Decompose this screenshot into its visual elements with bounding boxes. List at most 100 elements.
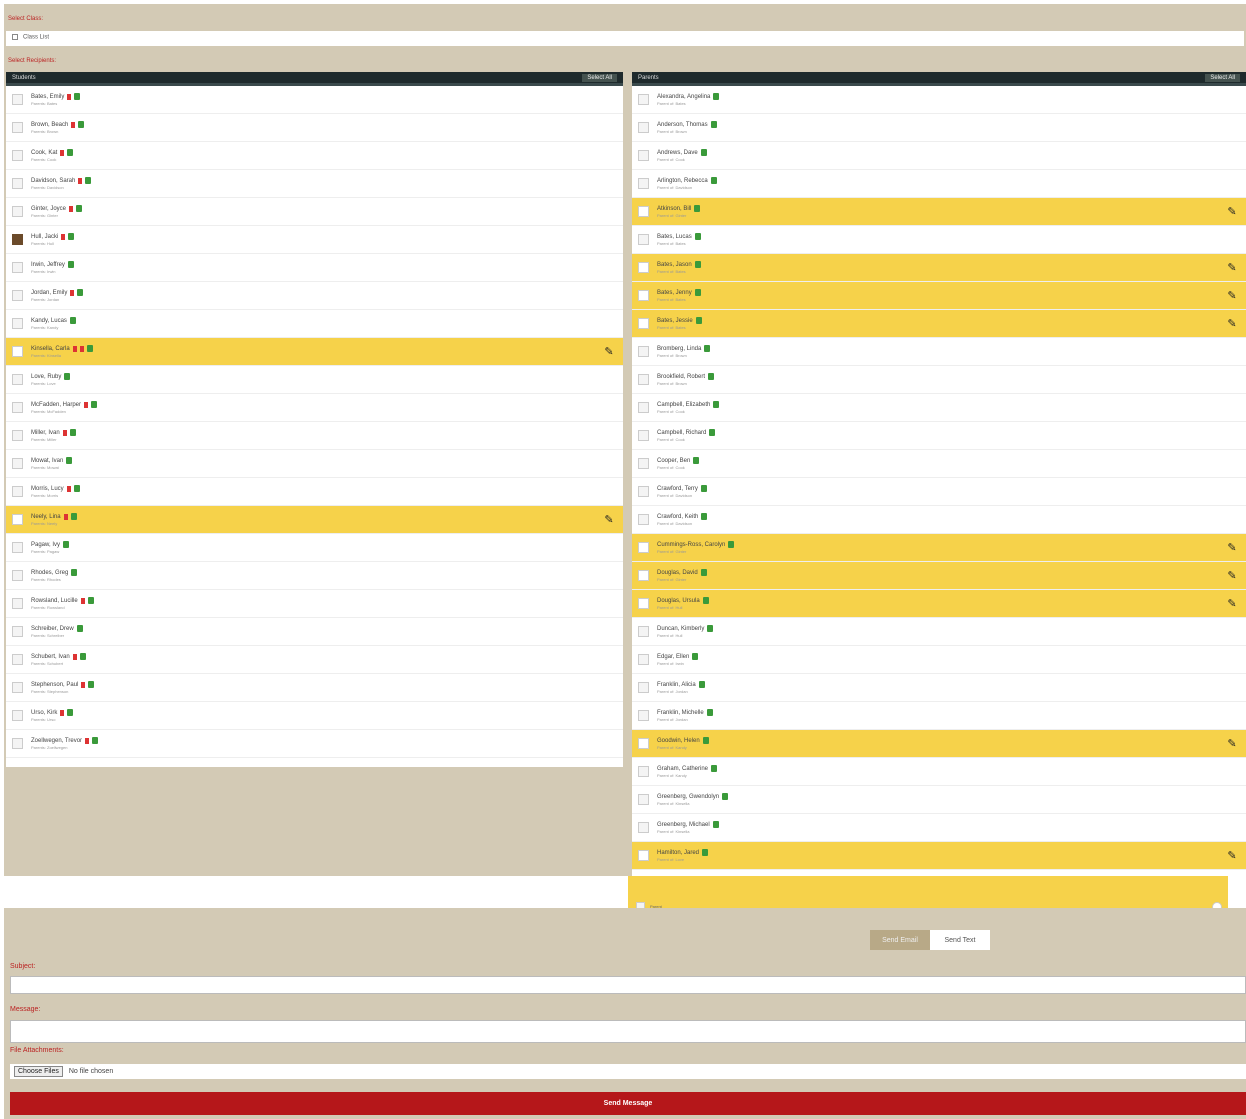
student-list-item[interactable]: Morris, Lucy Parents: Morris — [6, 478, 623, 506]
student-list-item[interactable]: Schubert, Ivan Parents: Schubert — [6, 646, 623, 674]
students-select-all-button[interactable]: Select All — [582, 73, 617, 82]
student-list-item[interactable]: Mowat, Ivan Parents: Mowat — [6, 450, 623, 478]
select-checkbox[interactable] — [638, 458, 649, 469]
student-list-item[interactable]: Ginter, Joyce Parents: Ginter — [6, 198, 623, 226]
student-list-item[interactable]: Zoellwegen, Trevor Parents: Zoellwegen — [6, 730, 623, 758]
select-checkbox[interactable] — [638, 794, 649, 805]
parent-list-item[interactable]: Campbell, Richard Parent of: Cook — [632, 422, 1246, 450]
parent-list-item[interactable]: Greenberg, Gwendolyn Parent of: Kinsella — [632, 786, 1246, 814]
edit-icon[interactable]: ✎ — [1226, 570, 1238, 582]
select-checkbox[interactable] — [12, 654, 23, 665]
edit-icon[interactable]: ✎ — [1226, 262, 1238, 274]
select-checkbox[interactable] — [12, 710, 23, 721]
select-checkbox[interactable] — [12, 122, 23, 133]
student-list-item[interactable]: Pagaw, Ivy Parents: Pagaw — [6, 534, 623, 562]
parents-select-all-button[interactable]: Select All — [1205, 73, 1240, 82]
parent-list-item[interactable]: Bates, Lucas Parent of: Bates — [632, 226, 1246, 254]
select-checkbox[interactable] — [638, 738, 649, 749]
select-checkbox[interactable] — [638, 542, 649, 553]
parent-list-item[interactable]: Crawford, Terry Parent of: Davidson — [632, 478, 1246, 506]
select-checkbox[interactable] — [12, 542, 23, 553]
parent-list-item[interactable]: Arlington, Rebecca Parent of: Davidson — [632, 170, 1246, 198]
select-checkbox[interactable] — [638, 822, 649, 833]
select-checkbox[interactable] — [638, 318, 649, 329]
choose-files-button[interactable]: Choose Files — [14, 1066, 63, 1077]
select-checkbox[interactable] — [638, 402, 649, 413]
student-list-item[interactable]: Kinsella, Carla Parents: Kinsella ✎ — [6, 338, 623, 366]
student-list-item[interactable]: Miller, Ivan Parents: Miller — [6, 422, 623, 450]
parent-list-item[interactable]: Crawford, Keith Parent of: Davidson — [632, 506, 1246, 534]
select-checkbox[interactable] — [12, 318, 23, 329]
select-checkbox[interactable] — [638, 346, 649, 357]
edit-icon[interactable]: ✎ — [1226, 738, 1238, 750]
select-checkbox[interactable] — [638, 206, 649, 217]
parent-list-item[interactable]: Cooper, Ben Parent of: Cook — [632, 450, 1246, 478]
select-checkbox[interactable] — [12, 598, 23, 609]
parent-list-item[interactable]: Alexandra, Angelina Parent of: Bates — [632, 86, 1246, 114]
student-list-item[interactable]: Schreiber, Drew Parents: Schreiber — [6, 618, 623, 646]
edit-icon[interactable]: ✎ — [1226, 206, 1238, 218]
select-checkbox[interactable] — [638, 178, 649, 189]
tab-send-text[interactable]: Send Text — [930, 930, 990, 950]
parent-list-item[interactable]: Franklin, Michelle Parent of: Jordan — [632, 702, 1246, 730]
edit-icon[interactable]: ✎ — [603, 514, 615, 526]
select-checkbox[interactable] — [638, 598, 649, 609]
parent-list-item[interactable]: Douglas, David Parent of: Ginter ✎ — [632, 562, 1246, 590]
class-select[interactable]: Class List — [6, 31, 1244, 46]
parent-list-item[interactable]: Brookfield, Robert Parent of: Brown — [632, 366, 1246, 394]
parent-list-item[interactable]: Bromberg, Linda Parent of: Brown — [632, 338, 1246, 366]
select-checkbox[interactable] — [12, 402, 23, 413]
select-checkbox[interactable] — [638, 430, 649, 441]
select-checkbox[interactable] — [638, 850, 649, 861]
student-list-item[interactable]: Irwin, Jeffrey Parents: Irwin — [6, 254, 623, 282]
student-list-item[interactable]: Bates, Emily Parents: Bates — [6, 86, 623, 114]
parent-list-item[interactable]: Franklin, Alicia Parent of: Jordan — [632, 674, 1246, 702]
parent-list-item[interactable]: Anderson, Thomas Parent of: Brown — [632, 114, 1246, 142]
select-checkbox[interactable] — [638, 514, 649, 525]
parent-list-item[interactable]: Cummings-Ross, Carolyn Parent of: Ginter ✎ — [632, 534, 1246, 562]
parent-list-item[interactable]: Atkinson, Bill Parent of: Ginter ✎ — [632, 198, 1246, 226]
select-checkbox[interactable] — [12, 458, 23, 469]
select-checkbox[interactable] — [638, 262, 649, 273]
student-list-item[interactable]: Jordan, Emily Parents: Jordan — [6, 282, 623, 310]
tab-send-email[interactable]: Send Email — [870, 930, 930, 950]
select-checkbox[interactable] — [638, 626, 649, 637]
parent-list-item[interactable]: Bates, Jenny Parent of: Bates ✎ — [632, 282, 1246, 310]
parent-list-item[interactable]: Andrews, Dave Parent of: Cook — [632, 142, 1246, 170]
edit-icon[interactable]: ✎ — [1226, 290, 1238, 302]
select-checkbox[interactable] — [638, 654, 649, 665]
select-checkbox[interactable] — [638, 290, 649, 301]
select-checkbox[interactable] — [12, 738, 23, 749]
send-message-button[interactable]: Send Message — [10, 1092, 1246, 1115]
subject-input[interactable] — [10, 976, 1246, 994]
select-checkbox[interactable] — [12, 290, 23, 301]
parent-list-item[interactable]: Bates, Jessie Parent of: Bates ✎ — [632, 310, 1246, 338]
select-checkbox[interactable] — [638, 766, 649, 777]
select-checkbox[interactable] — [12, 430, 23, 441]
select-checkbox[interactable] — [638, 122, 649, 133]
select-checkbox[interactable] — [12, 178, 23, 189]
edit-icon[interactable]: ✎ — [1226, 598, 1238, 610]
select-checkbox[interactable] — [638, 150, 649, 161]
student-list-item[interactable]: Cook, Kat Parents: Cook — [6, 142, 623, 170]
select-checkbox[interactable] — [12, 262, 23, 273]
select-checkbox[interactable] — [12, 486, 23, 497]
select-checkbox[interactable] — [12, 150, 23, 161]
select-checkbox[interactable] — [638, 570, 649, 581]
select-checkbox[interactable] — [638, 234, 649, 245]
edit-icon[interactable]: ✎ — [603, 346, 615, 358]
select-checkbox[interactable] — [12, 206, 23, 217]
parent-list-item[interactable]: Greenberg, Michael Parent of: Kinsella — [632, 814, 1246, 842]
select-checkbox[interactable] — [12, 514, 23, 525]
student-list-item[interactable]: Brown, Beach Parents: Brown — [6, 114, 623, 142]
select-checkbox[interactable] — [12, 346, 23, 357]
select-checkbox[interactable] — [638, 710, 649, 721]
edit-icon[interactable]: ✎ — [1226, 542, 1238, 554]
parent-list-item[interactable]: Edgar, Ellen Parent of: Irwin — [632, 646, 1246, 674]
student-list-item[interactable]: Hull, Jacki Parents: Hull — [6, 226, 623, 254]
parent-list-item[interactable]: Bates, Jason Parent of: Bates ✎ — [632, 254, 1246, 282]
select-checkbox[interactable] — [12, 570, 23, 581]
student-list-item[interactable]: Rowsland, Lucille Parents: Rowsland — [6, 590, 623, 618]
select-checkbox[interactable] — [638, 374, 649, 385]
parent-list-item[interactable]: Douglas, Ursula Parent of: Hull ✎ — [632, 590, 1246, 618]
